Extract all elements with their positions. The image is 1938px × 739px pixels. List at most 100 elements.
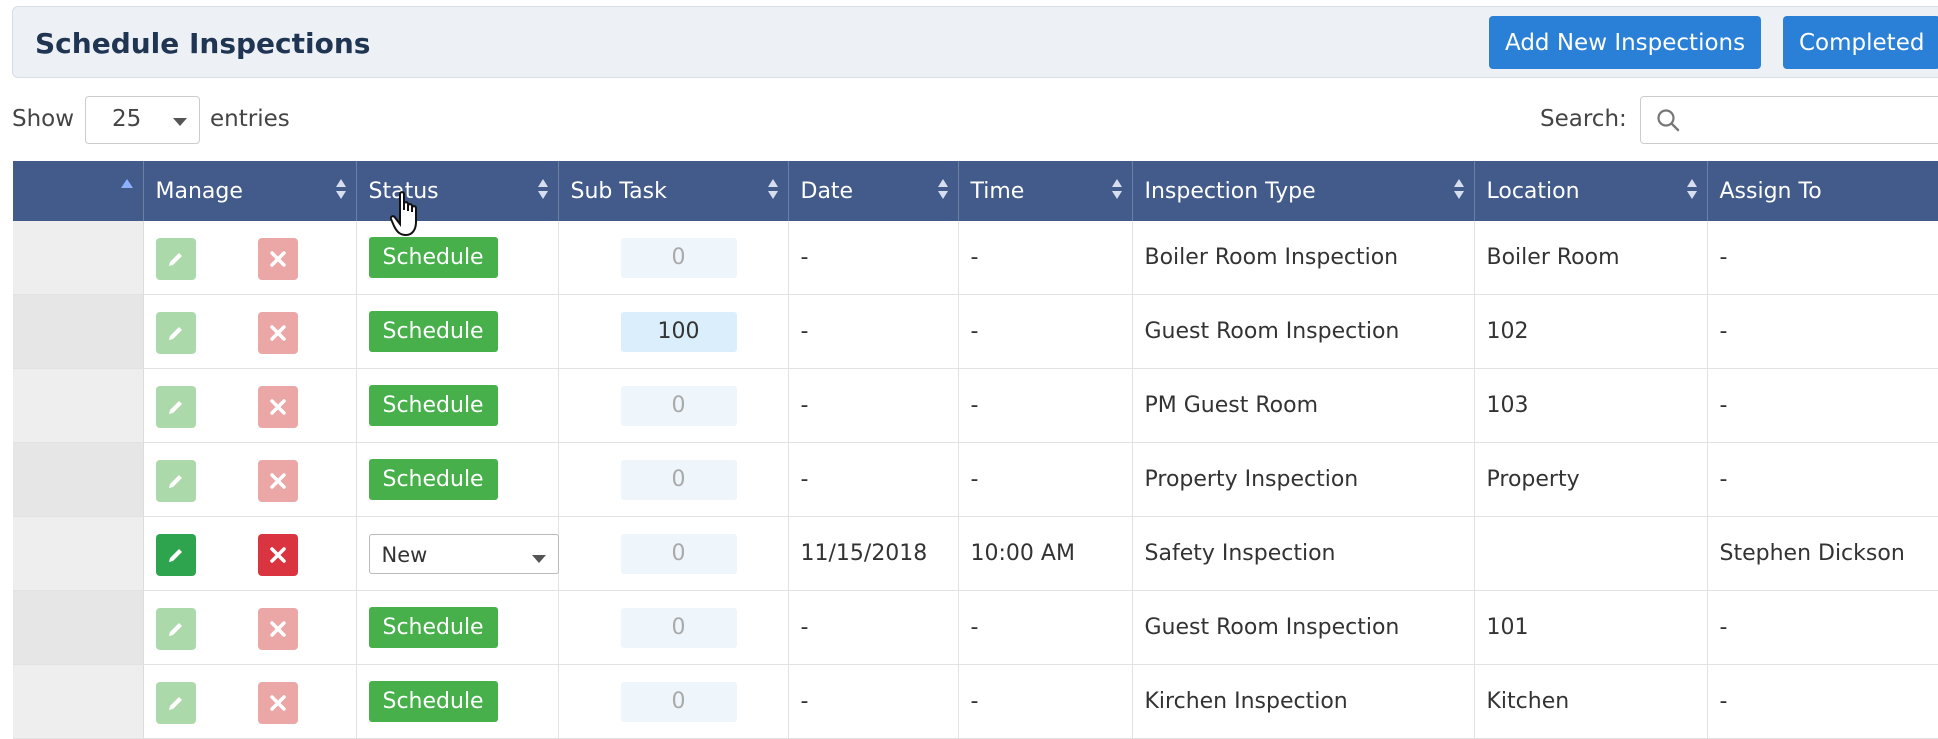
schedule-button[interactable]: Schedule [368,311,498,352]
sub-task-count: 0 [620,681,737,722]
edit-button[interactable] [155,312,196,354]
column-header-assign-to[interactable]: Assign To [1707,161,1938,221]
column-header-index[interactable] [13,161,144,221]
sub-task-cell: 0 [558,590,789,665]
status-cell: Schedule [356,368,559,443]
delete-button[interactable] [257,682,298,724]
date-cell: - [788,442,959,517]
column-header-inspection-type[interactable]: Inspection Type [1132,161,1475,221]
manage-cell [143,516,357,591]
time-cell: - [958,664,1133,739]
entries-select-value: 25 [112,106,142,132]
status-cell: Schedule [356,442,559,517]
date-cell: - [788,590,959,665]
sub-task-count: 0 [620,385,737,426]
edit-button[interactable] [155,238,196,280]
status-cell: Schedule [356,294,559,369]
column-header-location[interactable]: Location [1474,161,1708,221]
date-cell: - [788,368,959,443]
inspection-type-cell: Guest Room Inspection [1132,294,1475,369]
x-icon [269,547,286,563]
schedule-button[interactable]: Schedule [368,385,498,426]
status-cell: Schedule [356,221,559,295]
completed-button[interactable]: Completed [1783,16,1938,69]
inspection-type-cell: Safety Inspection [1132,516,1475,591]
delete-button[interactable] [257,238,298,280]
delete-button[interactable] [257,534,298,576]
sub-task-count: 0 [620,237,737,278]
sub-task-cell: 100 [558,294,789,369]
time-cell: 10:00 AM [958,516,1133,591]
date-cell: 11/15/2018 [788,516,959,591]
schedule-button[interactable]: Schedule [368,607,498,648]
time-cell: - [958,590,1133,665]
assign-to-cell: - [1707,368,1938,443]
location-cell: 103 [1474,368,1708,443]
delete-button[interactable] [257,386,298,428]
inspection-type-cell: Property Inspection [1132,442,1475,517]
delete-button[interactable] [257,312,298,354]
row-index-cell [13,368,144,443]
sort-asc-icon [120,179,133,188]
edit-button[interactable] [155,460,196,502]
time-cell: - [958,294,1133,369]
edit-button[interactable] [155,682,196,724]
edit-button[interactable] [155,386,196,428]
inspection-type-cell: Boiler Room Inspection [1132,221,1475,295]
table-row: Schedule 0- - PM Guest Room 103- [13,368,1938,443]
sub-task-cell: 0 [558,368,789,443]
column-header-manage[interactable]: Manage [143,161,357,221]
location-cell: 102 [1474,294,1708,369]
pencil-icon [168,253,182,266]
column-header-sub-task[interactable]: Sub Task [558,161,789,221]
delete-button[interactable] [257,460,298,502]
table-controls: Show 25 entries Search: [0,96,1938,146]
row-index-cell [13,294,144,369]
edit-button[interactable] [155,608,196,650]
table-row: Schedule 100- - Guest Room Inspection 102- [13,294,1938,369]
page-header: Schedule Inspections Add New Inspections… [12,6,1938,78]
sub-task-count: 0 [620,533,737,574]
sub-task-count: 100 [620,311,737,352]
search-input[interactable] [1693,103,1933,137]
sub-task-cell: 0 [558,221,789,295]
manage-cell [143,294,357,369]
row-index-cell [13,516,144,591]
date-cell: - [788,294,959,369]
x-icon [269,621,286,637]
sort-icon [335,179,346,203]
schedule-button[interactable]: Schedule [368,681,498,722]
manage-cell [143,664,357,739]
pencil-icon [168,697,182,710]
entries-label: entries [210,106,290,132]
manage-cell [143,221,357,295]
show-label: Show [12,106,75,132]
sub-task-cell: 0 [558,664,789,739]
sort-icon [1686,179,1697,203]
date-cell: - [788,221,959,295]
add-new-inspections-button[interactable]: Add New Inspections [1489,16,1762,69]
status-cell: Schedule [356,590,559,665]
location-cell: Property [1474,442,1708,517]
inspections-table: Manage Status Sub Task Date Time Inspect… [13,161,1938,739]
date-cell: - [788,664,959,739]
search-field[interactable] [1640,96,1938,144]
column-header-date[interactable]: Date [788,161,959,221]
table-header-row: Manage Status Sub Task Date Time Inspect… [13,161,1938,221]
pencil-icon [168,327,182,340]
chevron-down-icon [531,554,546,563]
status-select[interactable]: New [368,533,559,574]
time-cell: - [958,221,1133,295]
edit-button[interactable] [155,534,196,576]
delete-button[interactable] [257,608,298,650]
sub-task-count: 0 [620,459,737,500]
column-header-status[interactable]: Status [356,161,559,221]
entries-select[interactable]: 25 [85,96,200,144]
sort-icon [1111,179,1122,203]
column-header-time[interactable]: Time [958,161,1133,221]
table-row: Schedule 0- - Kirchen Inspection Kitchen - [13,664,1938,739]
x-icon [269,399,286,415]
schedule-button[interactable]: Schedule [368,237,498,278]
schedule-button[interactable]: Schedule [368,459,498,500]
row-index-cell [13,221,144,295]
